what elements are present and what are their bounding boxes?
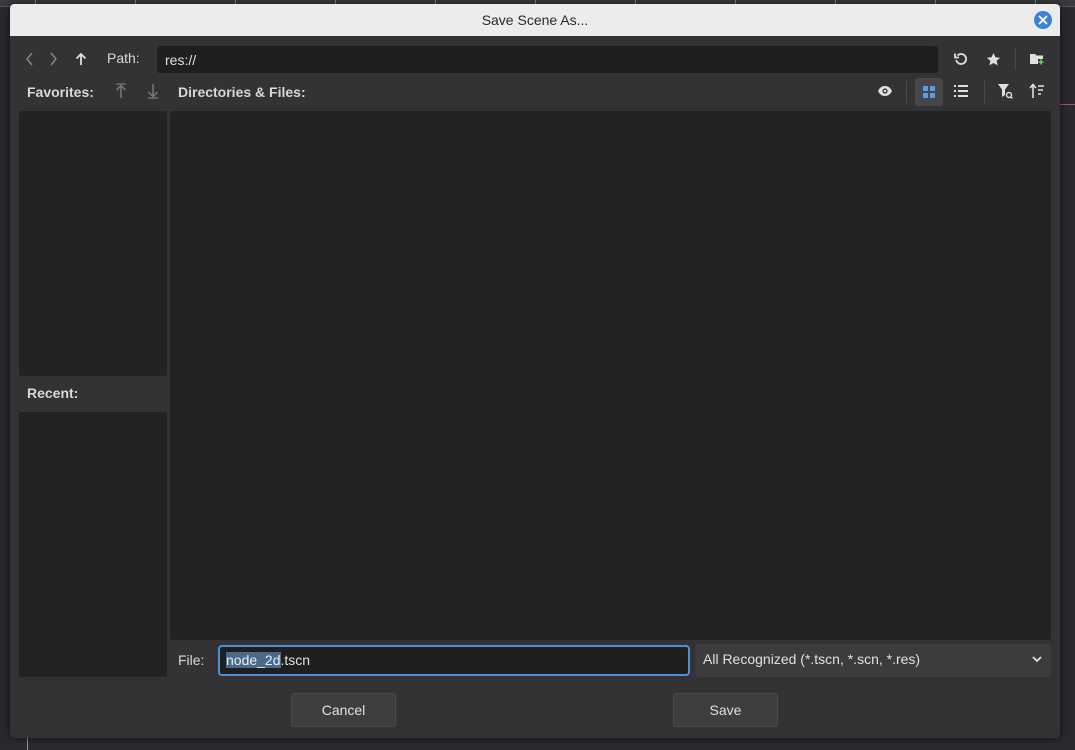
file-label: File:: [178, 652, 205, 668]
arrow-up-icon[interactable]: [69, 47, 93, 71]
directories-files-label: Directories & Files:: [178, 84, 306, 100]
file-name-extension: .tscn: [280, 652, 311, 668]
chevron-down-icon: [1031, 652, 1043, 668]
view-separator: [906, 81, 907, 103]
chevron-left-icon[interactable]: [18, 47, 42, 71]
path-label: Path:: [107, 50, 140, 66]
favorites-list[interactable]: [19, 111, 167, 376]
path-input[interactable]: res://: [157, 46, 938, 73]
sort-icon[interactable]: [1025, 79, 1049, 103]
editor-guide-line: [1060, 104, 1075, 105]
new-folder-icon[interactable]: [1025, 47, 1049, 71]
file-name-input[interactable]: node_2d.tscn: [218, 645, 690, 676]
file-filter-value: All Recognized (*.tscn, *.scn, *.res): [703, 651, 921, 667]
file-filter-select[interactable]: All Recognized (*.tscn, *.scn, *.res): [695, 644, 1051, 677]
refresh-icon[interactable]: [949, 47, 973, 71]
cancel-button[interactable]: Cancel: [291, 693, 396, 727]
list-view-icon[interactable]: [949, 79, 973, 103]
move-down-icon[interactable]: [141, 79, 165, 103]
editor-axis-line: [27, 738, 28, 750]
chevron-right-icon[interactable]: [41, 47, 65, 71]
filter-icon[interactable]: [993, 79, 1017, 103]
file-name-selection: node_2d: [226, 652, 281, 668]
dialog-titlebar: Save Scene As...: [10, 4, 1060, 36]
move-up-icon[interactable]: [109, 79, 133, 103]
eye-icon[interactable]: [873, 79, 897, 103]
grid-view-icon[interactable]: [915, 78, 943, 106]
save-button[interactable]: Save: [673, 693, 778, 727]
save-scene-dialog: Save Scene As... Path: res:// Favorites:…: [10, 4, 1060, 738]
filter-separator: [984, 81, 985, 103]
dialog-title: Save Scene As...: [481, 12, 589, 28]
files-area[interactable]: [170, 111, 1051, 640]
close-icon[interactable]: [1034, 11, 1052, 29]
toolbar-separator: [1015, 48, 1016, 70]
recent-label: Recent:: [27, 385, 79, 401]
favorites-label: Favorites:: [27, 84, 94, 100]
recent-list[interactable]: [19, 412, 167, 677]
star-icon[interactable]: [981, 47, 1005, 71]
